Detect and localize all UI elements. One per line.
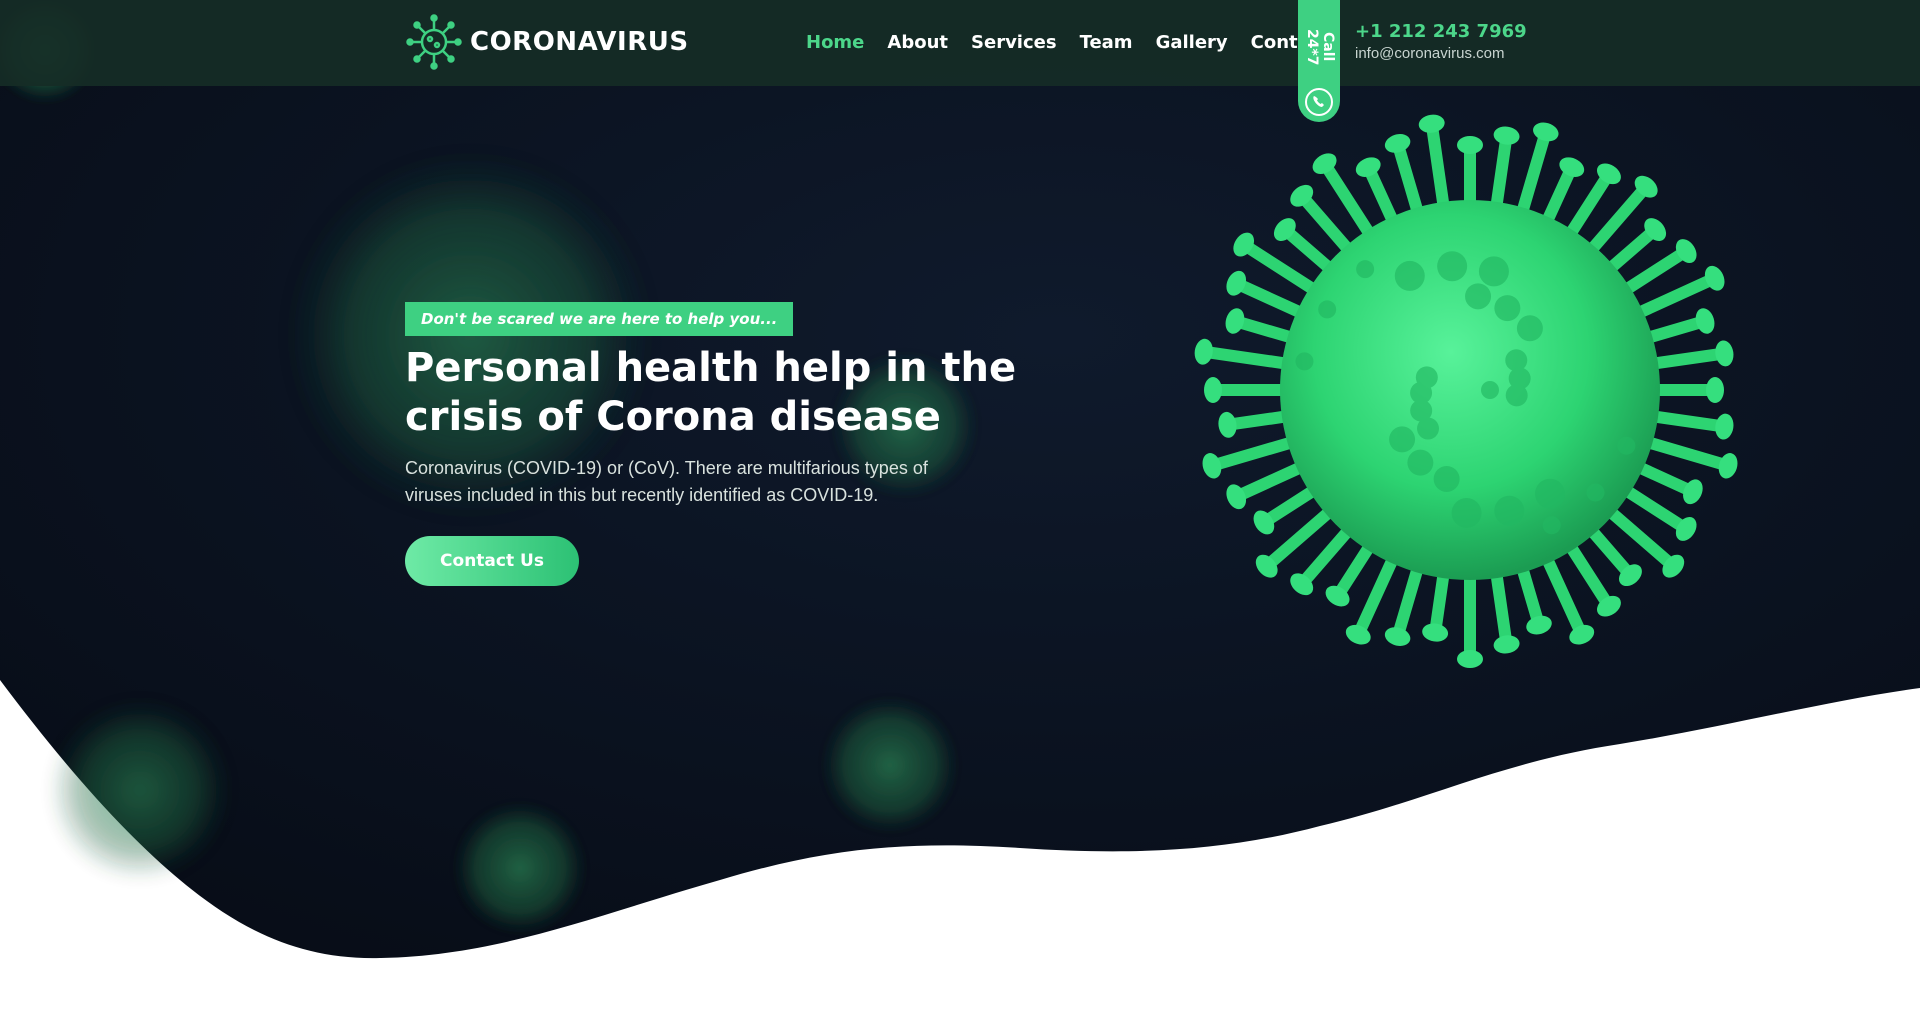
site-header: CORONAVIRUS Home About Services Team Gal…	[0, 0, 1920, 86]
hero-tagline: Don't be scared we are here to help you.…	[405, 302, 794, 336]
hero-background	[0, 0, 1920, 959]
hero-section	[0, 0, 1920, 1024]
nav-gallery[interactable]: Gallery	[1156, 28, 1228, 58]
contact-us-button[interactable]: Contact Us	[405, 536, 579, 586]
phone-icon	[1305, 88, 1333, 116]
hero-headline: Personal health help in the crisis of Co…	[405, 344, 1025, 442]
virus-icon	[406, 14, 462, 70]
call-badge-label: Call 24*7	[1304, 28, 1336, 66]
logo[interactable]: CORONAVIRUS	[406, 14, 689, 70]
contact-email[interactable]: info@coronavirus.com	[1355, 44, 1527, 64]
nav-home[interactable]: Home	[806, 28, 864, 58]
header-contact: +1 212 243 7969 info@coronavirus.com	[1355, 20, 1527, 64]
call-badge[interactable]: Call 24*7	[1298, 0, 1340, 122]
nav-about[interactable]: About	[887, 28, 948, 58]
hero-description-line: Coronavirus (COVID-19) or (CoV). There a…	[405, 458, 928, 478]
nav-services[interactable]: Services	[971, 28, 1057, 58]
brand-name: CORONAVIRUS	[470, 27, 689, 57]
hero-headline-line: crisis of Corona disease	[405, 394, 941, 440]
hero-description-line: viruses included in this but recently id…	[405, 485, 879, 505]
nav-team[interactable]: Team	[1080, 28, 1133, 58]
hero-headline-line: Personal health help in the	[405, 345, 1017, 391]
contact-phone[interactable]: +1 212 243 7969	[1355, 20, 1527, 44]
hero-description: Coronavirus (COVID-19) or (CoV). There a…	[405, 455, 985, 509]
main-nav: Home About Services Team Gallery Contact	[806, 28, 1352, 58]
